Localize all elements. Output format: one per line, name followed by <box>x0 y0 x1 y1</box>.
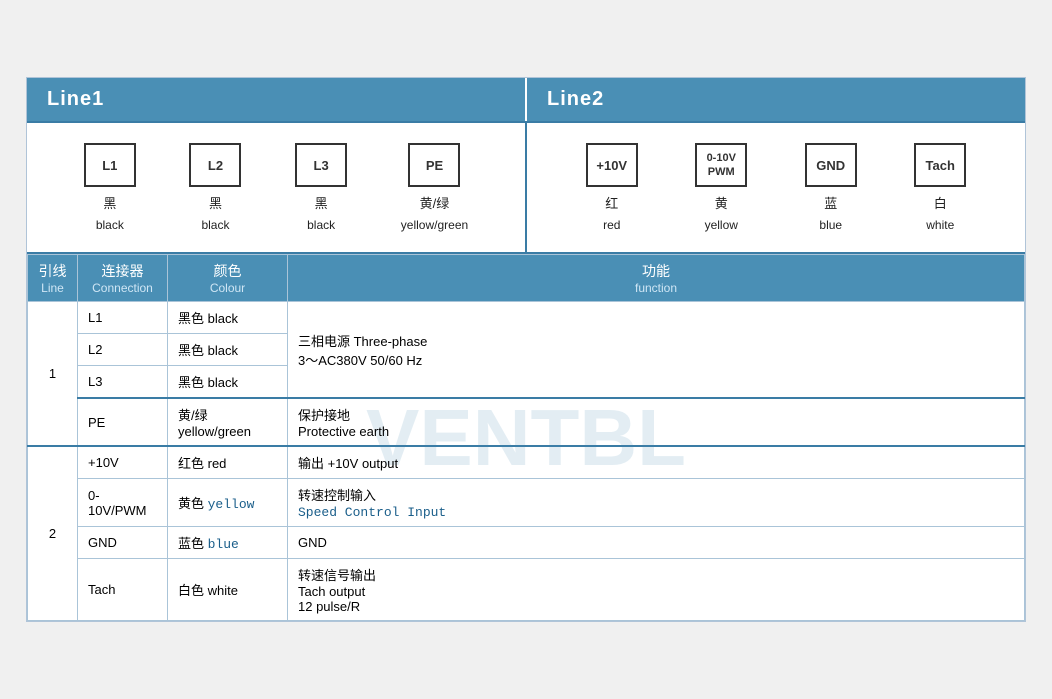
th-colour-en: Colour <box>178 281 277 295</box>
table-row-2-GND: GND 蓝色 blue GND <box>28 527 1025 559</box>
connector-box-Tach: Tach <box>914 143 966 187</box>
line-num-1: 1 <box>28 302 78 447</box>
data-table: 引线 Line 连接器 Connection 颜色 Colour 功能 func… <box>27 254 1025 621</box>
color-PWM: 黄色 yellow <box>168 479 288 527</box>
connector-cn-L3: 黑 <box>315 193 328 212</box>
connector-en-PWM: yellow <box>705 218 738 232</box>
connector-cn-PE: 黄/绿 <box>420 193 450 212</box>
conn-L1: L1 <box>78 302 168 334</box>
connector-en-10V: red <box>603 218 620 232</box>
connector-PE: PE 黄/绿 yellow/green <box>401 143 468 232</box>
header-line1: Line1 <box>27 78 527 121</box>
header-row: Line1 Line2 <box>27 78 1025 123</box>
th-colour: 颜色 Colour <box>168 255 288 302</box>
connector-cn-PWM: 黄 <box>715 193 728 212</box>
connector-GND: GND 蓝 blue <box>805 143 857 232</box>
connector-10V: +10V 红 red <box>586 143 638 232</box>
th-line: 引线 Line <box>28 255 78 302</box>
conn-10V: +10V <box>78 446 168 479</box>
connector-L3: L3 黑 black <box>295 143 347 232</box>
connector-box-GND: GND <box>805 143 857 187</box>
color-L2: 黑色 black <box>168 334 288 366</box>
func-10V: 输出 +10V output <box>288 446 1025 479</box>
connector-cn-L2: 黑 <box>209 193 222 212</box>
connector-box-L1: L1 <box>84 143 136 187</box>
connector-cn-Tach: 白 <box>934 193 947 212</box>
connector-en-L2: black <box>201 218 229 232</box>
table-row-1-PE: PE 黄/绿yellow/green 保护接地Protective earth <box>28 398 1025 446</box>
color-PE: 黄/绿yellow/green <box>168 398 288 446</box>
line-num-2: 2 <box>28 446 78 621</box>
table-row-2-10V: 2 +10V 红色 red 输出 +10V output <box>28 446 1025 479</box>
connector-box-L2: L2 <box>189 143 241 187</box>
connector-en-GND: blue <box>819 218 842 232</box>
th-function: 功能 function <box>288 255 1025 302</box>
th-func-en: function <box>298 281 1014 295</box>
connector-cn-GND: 蓝 <box>824 193 837 212</box>
connector-box-10V: +10V <box>586 143 638 187</box>
connector-en-PE: yellow/green <box>401 218 468 232</box>
th-conn-en: Connection <box>88 281 157 295</box>
connector-en-Tach: white <box>926 218 954 232</box>
connector-box-PE: PE <box>408 143 460 187</box>
connector-box-L3: L3 <box>295 143 347 187</box>
th-connection: 连接器 Connection <box>78 255 168 302</box>
table-row-2-Tach: Tach 白色 white 转速信号输出Tach output12 pulse/… <box>28 559 1025 621</box>
func-PE: 保护接地Protective earth <box>288 398 1025 446</box>
connector-box-PWM: 0-10VPWM <box>695 143 747 187</box>
table-wrapper: VENTBL 引线 Line 连接器 Connection 颜色 Colour <box>27 254 1025 621</box>
th-func-cn: 功能 <box>298 261 1014 281</box>
connector-en-L3: black <box>307 218 335 232</box>
color-GND: 蓝色 blue <box>168 527 288 559</box>
th-line-cn: 引线 <box>38 261 67 281</box>
func-GND: GND <box>288 527 1025 559</box>
conn-Tach: Tach <box>78 559 168 621</box>
conn-L2: L2 <box>78 334 168 366</box>
table-row-2-PWM: 0-10V/PWM 黄色 yellow 转速控制输入Speed Control … <box>28 479 1025 527</box>
color-GND-mono: blue <box>208 537 239 552</box>
connector-PWM: 0-10VPWM 黄 yellow <box>695 143 747 232</box>
conn-L3: L3 <box>78 366 168 399</box>
color-L3: 黑色 black <box>168 366 288 399</box>
func-PWM-mono: Speed Control Input <box>298 505 446 520</box>
connector-L2: L2 黑 black <box>189 143 241 232</box>
connector-cn-L1: 黑 <box>103 193 116 212</box>
connector-en-L1: black <box>96 218 124 232</box>
conn-GND: GND <box>78 527 168 559</box>
func-Tach: 转速信号输出Tach output12 pulse/R <box>288 559 1025 621</box>
color-10V: 红色 red <box>168 446 288 479</box>
color-Tach: 白色 white <box>168 559 288 621</box>
connectors-line1: L1 黑 black L2 黑 black L3 黑 black PE 黄/绿 … <box>27 123 527 252</box>
table-header-row: 引线 Line 连接器 Connection 颜色 Colour 功能 func… <box>28 255 1025 302</box>
main-container: Line1 Line2 L1 黑 black L2 黑 black L3 黑 b… <box>26 77 1026 622</box>
conn-PE: PE <box>78 398 168 446</box>
connectors-row: L1 黑 black L2 黑 black L3 黑 black PE 黄/绿 … <box>27 123 1025 254</box>
th-colour-cn: 颜色 <box>178 261 277 281</box>
conn-0-10V: 0-10V/PWM <box>78 479 168 527</box>
connector-Tach: Tach 白 white <box>914 143 966 232</box>
th-conn-cn: 连接器 <box>88 261 157 281</box>
func-PWM: 转速控制输入Speed Control Input <box>288 479 1025 527</box>
connector-cn-10V: 红 <box>605 193 618 212</box>
color-PWM-mono: yellow <box>208 497 255 512</box>
connectors-line2: +10V 红 red 0-10VPWM 黄 yellow GND 蓝 blue … <box>527 123 1025 252</box>
func-L1: 三相电源 Three-phase3～AC380V 50/60 Hz <box>288 302 1025 399</box>
header-line2: Line2 <box>527 78 1025 121</box>
table-row-1-L1: 1 L1 黑色 black 三相电源 Three-phase3～AC380V 5… <box>28 302 1025 334</box>
connector-L1: L1 黑 black <box>84 143 136 232</box>
th-line-en: Line <box>38 281 67 295</box>
color-L1: 黑色 black <box>168 302 288 334</box>
